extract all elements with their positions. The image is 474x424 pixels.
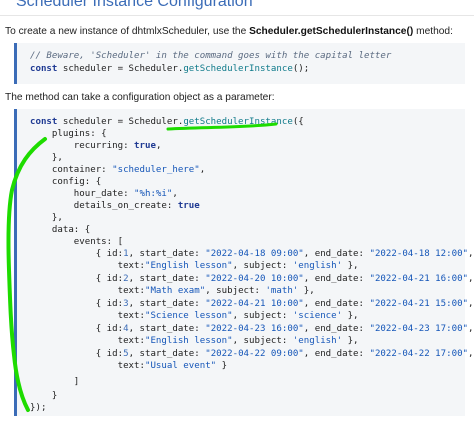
event-text-line-1: text:"English lesson", subject: 'english… bbox=[30, 261, 359, 271]
code-comment-line: // Beware, 'Scheduler' in the command go… bbox=[30, 50, 391, 63]
code-text: , bbox=[199, 165, 206, 175]
code-comment: // Beware, 'Scheduler' in the command go… bbox=[30, 51, 392, 61]
code-text: scheduler = Scheduler. bbox=[57, 64, 184, 74]
event-text-line-5: text:"Usual event" } bbox=[30, 361, 228, 371]
code-block-config: const scheduler = Scheduler.getScheduler… bbox=[14, 109, 474, 416]
code-text: details_on_create: bbox=[30, 201, 178, 211]
event-text-line-2: text:"Math exam", subject: 'math' }, bbox=[30, 286, 315, 296]
event-text-line-3: text:"Science lesson", subject: 'science… bbox=[30, 311, 359, 321]
code-close-all: }); bbox=[30, 403, 47, 413]
intro-prefix: To create a new instance of dhtmlxSchedu… bbox=[5, 26, 250, 37]
page-title: Scheduler Instance Configuration bbox=[16, 0, 253, 10]
code-text: ({ bbox=[292, 117, 304, 127]
code-text: scheduler = Scheduler. bbox=[57, 117, 184, 127]
event-text-line-4: text:"English lesson", subject: 'english… bbox=[30, 336, 359, 346]
method-name: getSchedulerInstance bbox=[183, 64, 293, 74]
code-text: , bbox=[172, 189, 178, 199]
intro-text: To create a new instance of dhtmlxSchedu… bbox=[5, 26, 453, 37]
code-text: (); bbox=[292, 64, 310, 74]
code-create-line: const scheduler = Scheduler.getScheduler… bbox=[30, 63, 309, 76]
string-literal: "%h:%i" bbox=[134, 189, 173, 199]
code-text: , bbox=[155, 141, 162, 151]
code-close-events: ] bbox=[30, 377, 80, 387]
keyword-const: const bbox=[30, 117, 58, 127]
code-text: recurring: bbox=[30, 141, 135, 151]
title-divider bbox=[0, 15, 474, 16]
method-name: getSchedulerInstance bbox=[183, 117, 293, 127]
code-block-basic: // Beware, 'Scheduler' in the command go… bbox=[14, 43, 465, 84]
literal-true: true bbox=[134, 141, 156, 151]
code-text: hour_date: bbox=[30, 189, 135, 199]
keyword-const: const bbox=[30, 64, 58, 74]
param-text: The method can take a configuration obje… bbox=[5, 92, 275, 103]
code-text: container: bbox=[30, 165, 113, 175]
string-literal: "scheduler_here" bbox=[112, 165, 200, 175]
literal-true: true bbox=[177, 201, 200, 211]
intro-method-link[interactable]: Scheduler.getSchedulerInstance() bbox=[249, 26, 413, 37]
intro-suffix: method: bbox=[413, 26, 453, 37]
